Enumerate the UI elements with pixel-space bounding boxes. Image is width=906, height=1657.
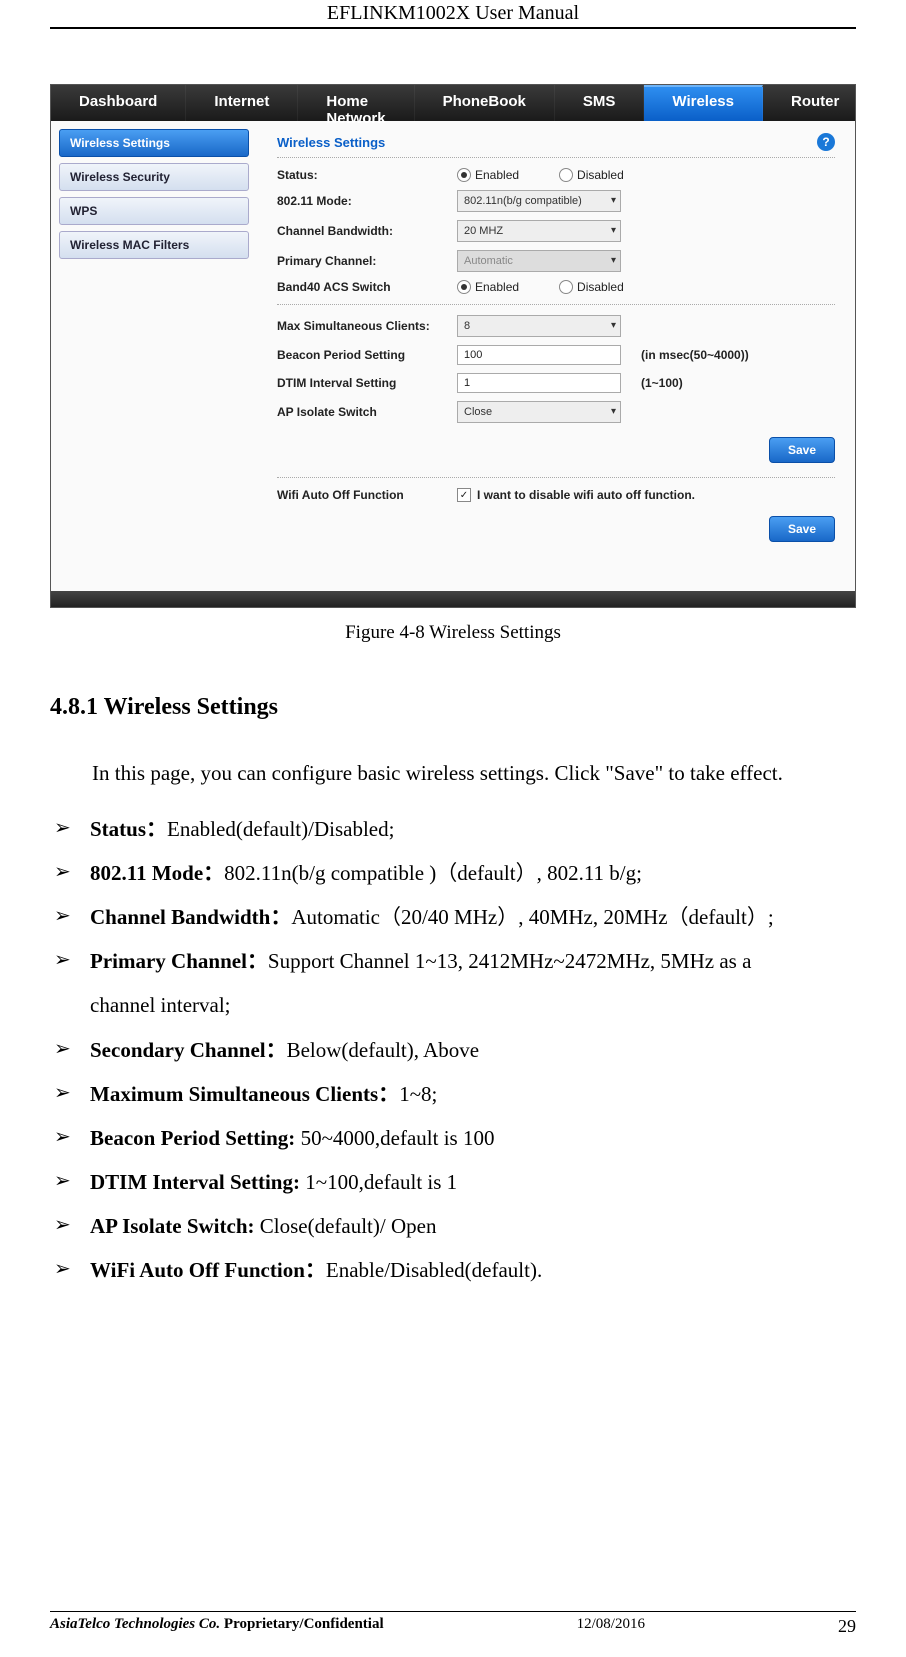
dtim-input[interactable]: 1 xyxy=(457,373,621,393)
bullet-item: WiFi Auto Off Function：Enable/Disabled(d… xyxy=(50,1248,856,1292)
band40-enabled-radio[interactable]: Enabled xyxy=(457,280,519,294)
bullet-item: Status：Enabled(default)/Disabled; xyxy=(50,807,856,851)
panel-title: Wireless Settings xyxy=(277,135,385,150)
bullet-item: 802.11 Mode：802.11n(b/g compatible )（def… xyxy=(50,851,856,895)
save-button-1[interactable]: Save xyxy=(769,437,835,463)
sidebar: Wireless Settings Wireless Security WPS … xyxy=(51,121,257,591)
save-button-2[interactable]: Save xyxy=(769,516,835,542)
doc-header: EFLINKM1002X User Manual xyxy=(50,0,856,29)
footer-confidential: Proprietary/Confidential xyxy=(220,1616,383,1632)
figure-caption: Figure 4-8 Wireless Settings xyxy=(50,622,856,644)
radio-icon xyxy=(559,280,573,294)
mode-label: 802.11 Mode: xyxy=(277,194,457,208)
dtim-hint: (1~100) xyxy=(641,376,683,390)
bullet-item: Maximum Simultaneous Clients：1~8; xyxy=(50,1072,856,1116)
main-panel: Wireless Settings ? Status: Enabled Disa… xyxy=(257,121,855,591)
doc-footer: AsiaTelco Technologies Co. Proprietary/C… xyxy=(50,1611,856,1637)
wifiauto-label: Wifi Auto Off Function xyxy=(277,488,457,502)
help-icon[interactable]: ? xyxy=(817,133,835,151)
bullet-item: DTIM Interval Setting: 1~100,default is … xyxy=(50,1160,856,1204)
nav-internet[interactable]: Internet xyxy=(186,85,298,121)
bullet-item: Secondary Channel：Below(default), Above xyxy=(50,1028,856,1072)
radio-icon xyxy=(457,168,471,182)
footer-company: AsiaTelco Technologies Co. xyxy=(50,1616,220,1632)
beacon-hint: (in msec(50~4000)) xyxy=(641,348,749,362)
router-ui-screenshot: Dashboard Internet Home Network PhoneBoo… xyxy=(50,84,856,608)
section-heading: 4.8.1 Wireless Settings xyxy=(50,694,856,721)
sidebar-wps[interactable]: WPS xyxy=(59,197,249,225)
dtim-label: DTIM Interval Setting xyxy=(277,376,457,390)
bullet-item: Primary Channel：Support Channel 1~13, 24… xyxy=(50,939,856,983)
primary-channel-label: Primary Channel: xyxy=(277,254,457,268)
status-enabled-radio[interactable]: Enabled xyxy=(457,168,519,182)
nav-sms[interactable]: SMS xyxy=(555,85,645,121)
intro-paragraph: In this page, you can configure basic wi… xyxy=(50,751,856,795)
sidebar-wireless-settings[interactable]: Wireless Settings xyxy=(59,129,249,157)
nav-dashboard[interactable]: Dashboard xyxy=(51,85,186,121)
ui-footer-bar xyxy=(51,591,855,607)
beacon-input[interactable]: 100 xyxy=(457,345,621,365)
nav-phonebook[interactable]: PhoneBook xyxy=(415,85,555,121)
footer-date: 12/08/2016 xyxy=(577,1616,645,1637)
nav-router[interactable]: Router xyxy=(763,85,868,121)
radio-icon xyxy=(457,280,471,294)
footer-page: 29 xyxy=(838,1616,856,1637)
status-disabled-radio[interactable]: Disabled xyxy=(559,168,624,182)
mode-select[interactable]: 802.11n(b/g compatible) xyxy=(457,190,621,212)
bandwidth-label: Channel Bandwidth: xyxy=(277,224,457,238)
bullet-continuation: channel interval; xyxy=(50,983,856,1027)
wifiauto-text: I want to disable wifi auto off function… xyxy=(477,488,695,502)
doc-title: EFLINKM1002X User Manual xyxy=(327,2,579,24)
radio-icon xyxy=(559,168,573,182)
beacon-label: Beacon Period Setting xyxy=(277,348,457,362)
apisolate-label: AP Isolate Switch xyxy=(277,405,457,419)
maxclients-label: Max Simultaneous Clients: xyxy=(277,319,457,333)
apisolate-select[interactable]: Close xyxy=(457,401,621,423)
bullet-item: Channel Bandwidth：Automatic（20/40 MHz）, … xyxy=(50,895,856,939)
maxclients-select[interactable]: 8 xyxy=(457,315,621,337)
bullet-item: AP Isolate Switch: Close(default)/ Open xyxy=(50,1204,856,1248)
sidebar-wireless-security[interactable]: Wireless Security xyxy=(59,163,249,191)
status-label: Status: xyxy=(277,168,457,182)
bandwidth-select[interactable]: 20 MHZ xyxy=(457,220,621,242)
main-nav: Dashboard Internet Home Network PhoneBoo… xyxy=(51,85,855,121)
band40-disabled-radio[interactable]: Disabled xyxy=(559,280,624,294)
bullet-list: Status：Enabled(default)/Disabled;802.11 … xyxy=(50,807,856,1292)
bullet-item: Beacon Period Setting: 50~4000,default i… xyxy=(50,1116,856,1160)
wifiauto-checkbox[interactable]: ✓ xyxy=(457,488,471,502)
primary-channel-select[interactable]: Automatic xyxy=(457,250,621,272)
band40-label: Band40 ACS Switch xyxy=(277,280,457,294)
nav-home-network[interactable]: Home Network xyxy=(298,85,414,121)
nav-wireless[interactable]: Wireless xyxy=(644,85,763,121)
sidebar-mac-filters[interactable]: Wireless MAC Filters xyxy=(59,231,249,259)
